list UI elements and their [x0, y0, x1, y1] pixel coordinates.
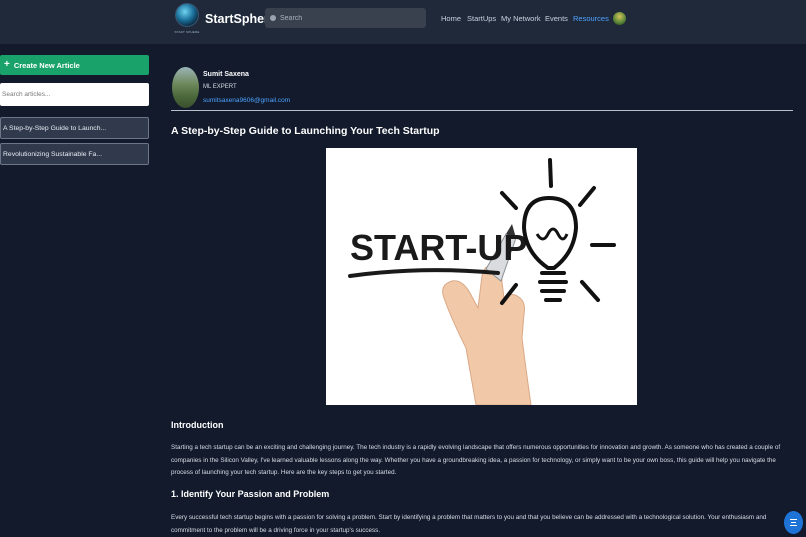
section-heading-introduction: Introduction: [171, 420, 224, 430]
logo[interactable]: START SPHERE: [174, 3, 200, 39]
create-article-label: Create New Article: [13, 60, 80, 70]
nav-startups[interactable]: StartUps: [467, 14, 496, 23]
sidebar-article-item[interactable]: A Step-by-Step Guide to Launch...: [0, 117, 149, 139]
sidebar-article-item[interactable]: Revolutionizing Sustainable Fa...: [0, 143, 149, 165]
intro-paragraph: Starting a tech startup can be an exciti…: [171, 444, 781, 476]
section1-paragraph: Every successful tech startup begins wit…: [171, 514, 767, 534]
chat-fab-button[interactable]: [784, 511, 803, 534]
search-input[interactable]: [280, 8, 420, 28]
article-search-input[interactable]: [0, 83, 149, 106]
author-email-link[interactable]: sumitsaxena9606@gmail.com: [203, 97, 290, 104]
logo-caption: START SPHERE: [174, 30, 200, 34]
user-avatar[interactable]: [613, 12, 626, 25]
plus-icon: +: [4, 59, 10, 70]
nav-events[interactable]: Events: [545, 14, 568, 23]
menu-icon: [790, 519, 797, 520]
startup-illustration: START-UP: [348, 158, 616, 405]
globe-icon: [175, 3, 199, 27]
nav-resources[interactable]: Resources: [573, 14, 609, 23]
article-hero-image: START-UP: [326, 148, 637, 405]
nav-home[interactable]: Home: [441, 14, 461, 23]
image-text: START-UP: [350, 227, 527, 268]
article-title: A Step-by-Step Guide to Launching Your T…: [171, 125, 440, 137]
author-name: Sumit Saxena: [203, 71, 249, 78]
search-icon: [270, 15, 276, 21]
section-heading-passion: 1. Identify Your Passion and Problem: [171, 489, 330, 499]
divider: [171, 110, 793, 111]
author-avatar: [172, 67, 199, 108]
create-article-button[interactable]: + Create New Article: [0, 55, 149, 75]
nav-my-network[interactable]: My Network: [501, 14, 541, 23]
author-role: ML EXPERT: [203, 84, 237, 90]
